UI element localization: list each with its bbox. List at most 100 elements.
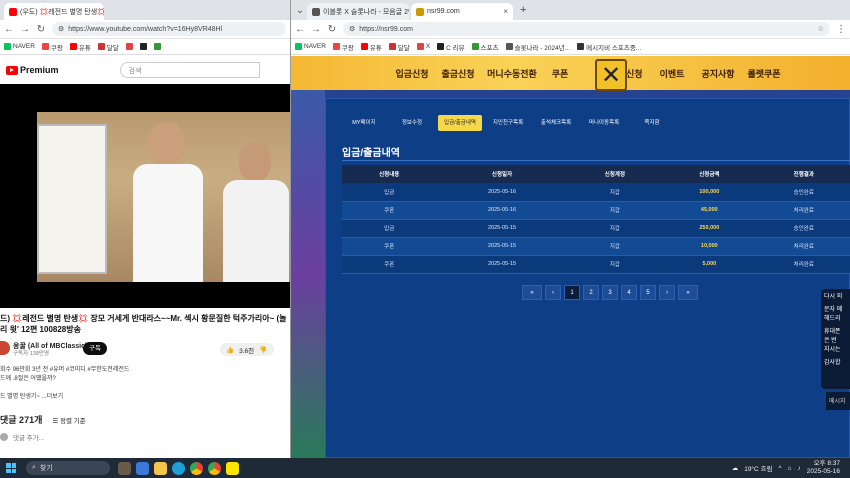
- chrome-icon[interactable]: [208, 461, 221, 475]
- bookmark-message[interactable]: 메시지비 스포츠중...: [577, 42, 641, 52]
- tab-slotnara[interactable]: 이블롯 X 슬롯나라 - 모음글 2만 ×: [307, 3, 409, 20]
- tab-nsr99[interactable]: nsr99.com ×: [411, 3, 513, 20]
- nav-withdraw[interactable]: 출금신청: [435, 67, 481, 80]
- chrome-icon[interactable]: [190, 461, 203, 475]
- reload-icon[interactable]: ↻: [36, 24, 46, 35]
- page-last-button[interactable]: »: [678, 285, 698, 300]
- comment-input[interactable]: 댓글 추가...: [0, 432, 44, 442]
- url-input[interactable]: ⚙ https://www.youtube.com/watch?v=16Hy8V…: [52, 22, 286, 36]
- app-icon[interactable]: [136, 461, 149, 475]
- page-button[interactable]: 5: [640, 285, 656, 300]
- bookmark-slotnara[interactable]: 슬롯나라 - 2024년...: [505, 42, 570, 52]
- back-icon[interactable]: ←: [4, 24, 14, 35]
- clock-time: 오후 8:37: [813, 460, 840, 467]
- table-row: 쿠폰 2025-05-16 지갑 45,000 처리완료: [342, 201, 850, 220]
- tab-deposit-history[interactable]: 입금/출금내역: [438, 115, 482, 131]
- windows-start-icon[interactable]: [6, 463, 16, 473]
- site-info-icon[interactable]: ⚙: [58, 25, 64, 33]
- channel-avatar[interactable]: [0, 341, 10, 355]
- volume-icon[interactable]: ♪: [798, 465, 801, 472]
- cell-status: 승인완료: [756, 219, 850, 238]
- bookmark-youtube[interactable]: 유튜: [360, 42, 382, 52]
- site-info-icon[interactable]: ⚙: [349, 25, 355, 33]
- new-tab-button[interactable]: +: [515, 4, 531, 16]
- video-title: 드) 💢레전드 별명 탄생💢 장모 거세게 반대라스~~Mr. 섹시 황문질한 …: [0, 314, 287, 334]
- sort-icon: ☰: [52, 417, 60, 425]
- forward-icon[interactable]: →: [20, 24, 30, 35]
- bookmark-review[interactable]: C 리뷰: [437, 42, 465, 52]
- close-tab-icon[interactable]: ×: [503, 7, 508, 16]
- widgets-app-icon[interactable]: [118, 461, 131, 475]
- thumbs-down-icon[interactable]: 👎: [259, 346, 267, 354]
- url-input[interactable]: ⚙ https://nsr99.com ☆: [343, 22, 830, 36]
- video-person: [129, 122, 203, 282]
- bookmark-naver[interactable]: NAVER: [4, 43, 35, 50]
- youtube-logo[interactable]: Premium: [6, 65, 59, 75]
- page-button[interactable]: 4: [621, 285, 637, 300]
- chevron-up-icon[interactable]: ^: [779, 465, 782, 472]
- bookmark-coupang[interactable]: 쿠팡: [332, 42, 354, 52]
- tab-attendance[interactable]: 출석체크목록: [534, 115, 578, 131]
- page-button[interactable]: 1: [564, 285, 580, 300]
- bookmark-label: C 리뷰: [446, 44, 465, 52]
- weather-text[interactable]: 19°C 흐림: [744, 463, 772, 473]
- tab-search-icon[interactable]: ⌄: [295, 5, 305, 16]
- page-first-button[interactable]: «: [522, 285, 542, 300]
- tab-mypage[interactable]: MY페이지: [342, 115, 386, 131]
- page-prev-button[interactable]: ‹: [545, 285, 561, 300]
- back-icon[interactable]: ←: [295, 24, 305, 35]
- network-icon[interactable]: ⌂: [788, 465, 792, 472]
- table-row: 입금 2025-05-15 지갑 250,000 승인완료: [342, 219, 850, 238]
- nav-roulette-coupon[interactable]: 롤렛쿠폰: [741, 67, 787, 80]
- subscribe-button[interactable]: 구독: [83, 342, 107, 355]
- like-button[interactable]: 👍 3.6천 👎: [220, 343, 274, 356]
- nav-notice[interactable]: 공지사항: [695, 67, 741, 80]
- bookmark-dal[interactable]: 달달: [388, 42, 410, 52]
- tab-money-move[interactable]: 머니이동목록: [582, 115, 626, 131]
- page-button[interactable]: 3: [602, 285, 618, 300]
- table-header-row: 신청내용 신청일자 신청계정 신청금액 진행결과: [342, 165, 850, 183]
- nav-money-transfer[interactable]: 머니수동전환: [481, 67, 543, 80]
- bookmark-misc[interactable]: [125, 43, 133, 50]
- forward-icon[interactable]: →: [311, 24, 321, 35]
- bookmark-icon: [153, 43, 161, 50]
- main-nav: 입금신청 출금신청 머니수동전환 쿠폰 콤프신청 이벤트 공지사항 롤렛쿠폰: [291, 56, 850, 90]
- bookmark-youtube[interactable]: 유튜: [69, 42, 91, 52]
- bookmark-misc[interactable]: [153, 43, 161, 50]
- menu-icon[interactable]: ⋮: [836, 24, 846, 35]
- chat-input[interactable]: 메시지: [826, 392, 850, 410]
- chat-widget[interactable]: 다시 외 문자 메 해드리 휴대폰 은 번 지시는 감사합: [821, 289, 850, 389]
- tab-friends[interactable]: 지인친구목록: [486, 115, 530, 131]
- bookmark-naver[interactable]: NAVER: [295, 43, 326, 50]
- tab-messages[interactable]: 쪽지함: [630, 115, 674, 131]
- bookmark-label: 유튜: [78, 44, 91, 52]
- url-text: https://www.youtube.com/watch?v=16Hy8VR4…: [68, 25, 223, 33]
- sort-button[interactable]: ☰ 정렬 기준: [52, 415, 85, 425]
- bookmark-dal[interactable]: 달달: [97, 42, 119, 52]
- page-next-button[interactable]: ›: [659, 285, 675, 300]
- tab-youtube[interactable]: (우도) 💢레전드 별명 탄생💢 ... ×: [4, 3, 104, 20]
- page-button[interactable]: 2: [583, 285, 599, 300]
- file-explorer-icon[interactable]: [154, 461, 167, 475]
- tab-edit-info[interactable]: 정보수정: [390, 115, 434, 131]
- clock[interactable]: 오후 8:37 2025-05-16: [807, 460, 840, 476]
- bookmark-coupang[interactable]: 쿠팡: [41, 42, 63, 52]
- reload-icon[interactable]: ↻: [327, 24, 337, 35]
- nav-event[interactable]: 이벤트: [649, 67, 695, 80]
- nav-coupon[interactable]: 쿠폰: [543, 67, 577, 80]
- youtube-browser-window: (우도) 💢레전드 별명 탄생💢 ... × ← → ↻ ⚙ https://w…: [0, 0, 291, 458]
- bookmark-misc[interactable]: [139, 43, 147, 50]
- edge-icon[interactable]: [172, 461, 185, 475]
- close-popup-button[interactable]: ✕: [595, 59, 627, 91]
- nav-deposit[interactable]: 입금신청: [389, 67, 435, 80]
- address-bar: ← → ↻ ⚙ https://nsr99.com ☆ ⋮: [291, 20, 850, 39]
- search-input[interactable]: 검색: [119, 62, 260, 78]
- video-player[interactable]: [0, 84, 290, 308]
- star-icon[interactable]: ☆: [818, 25, 824, 33]
- bookmark-x[interactable]: X: [416, 43, 430, 50]
- description-line: 드께 .8절은 어땠을까?: [0, 376, 56, 382]
- bookmark-sports[interactable]: 스포츠: [471, 42, 499, 52]
- taskbar-search[interactable]: ⌕ 찾기: [26, 461, 110, 475]
- video-description[interactable]: 회수 96만회 3년 전 #유머 #코미디 #무한도전레전드 드께 .8절은 어…: [0, 366, 290, 402]
- kakaotalk-icon[interactable]: [226, 461, 239, 475]
